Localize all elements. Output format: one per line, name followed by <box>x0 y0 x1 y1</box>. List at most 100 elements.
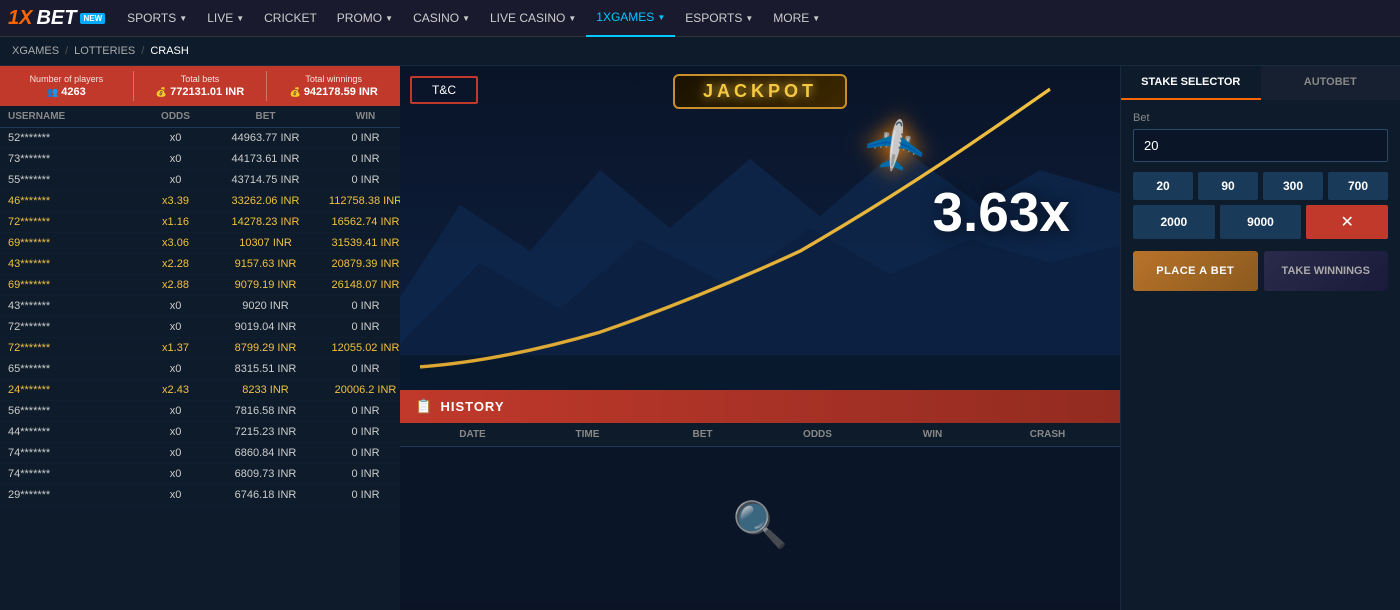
quick-bet-20[interactable]: 20 <box>1133 172 1193 200</box>
cell-bet: 9019.04 INR <box>208 321 323 333</box>
cell-username: 73******* <box>8 153 143 165</box>
quick-bet-300[interactable]: 300 <box>1263 172 1323 200</box>
cell-odds: x0 <box>143 153 208 165</box>
table-row: 69******* x2.88 9079.19 INR 26148.07 INR <box>0 275 400 296</box>
nav-item-1xgames[interactable]: 1XGAMES▼ <box>586 0 675 37</box>
history-col-odds: ODDS <box>760 429 875 440</box>
logo-badge: NEW <box>80 13 105 24</box>
cell-win: 0 INR <box>323 468 400 480</box>
cell-username: 43******* <box>8 258 143 270</box>
cell-win: 0 INR <box>323 132 400 144</box>
cell-username: 24******* <box>8 384 143 396</box>
table-row: 24******* x2.43 8233 INR 20006.2 INR <box>0 380 400 401</box>
players-icon: 👥 <box>47 87 58 97</box>
table-row: 46******* x3.39 33262.06 INR 112758.38 I… <box>0 191 400 212</box>
cell-win: 0 INR <box>323 447 400 459</box>
tc-button[interactable]: T&C <box>410 76 478 104</box>
jackpot-text: JACKPOT <box>703 81 817 102</box>
nav-item-esports[interactable]: ESPORTS▼ <box>675 0 763 37</box>
cell-win: 0 INR <box>323 363 400 375</box>
place-bet-button[interactable]: PLACE A BET <box>1133 251 1258 291</box>
cell-win: 112758.38 INR <box>323 195 400 207</box>
cell-username: 43******* <box>8 300 143 312</box>
col-win: WIN <box>323 111 400 122</box>
history-panel: 📋 HISTORY DATE TIME BET ODDS WIN CRASH 🔍 <box>400 390 1120 610</box>
breadcrumb-crash: CRASH <box>150 45 189 57</box>
nav-item-sports[interactable]: SPORTS▼ <box>117 0 197 37</box>
quick-bet-90[interactable]: 90 <box>1198 172 1258 200</box>
center-panel: T&C JACKPOT <box>400 66 1120 610</box>
cell-win: 0 INR <box>323 489 400 501</box>
table-row: 69******* x3.06 10307 INR 31539.41 INR <box>0 233 400 254</box>
quick-bet-700[interactable]: 700 <box>1328 172 1388 200</box>
cell-win: 0 INR <box>323 405 400 417</box>
quick-bets-row2: 2000 9000 ✕ <box>1133 205 1388 239</box>
nav-item-cricket[interactable]: CRICKET <box>254 0 327 37</box>
cell-bet: 44173.61 INR <box>208 153 323 165</box>
cell-odds: x2.43 <box>143 384 208 396</box>
history-col-win: WIN <box>875 429 990 440</box>
cell-bet: 6860.84 INR <box>208 447 323 459</box>
table-row: 72******* x0 9019.04 INR 0 INR <box>0 317 400 338</box>
table-row: 74******* x0 6809.73 INR 0 INR <box>0 464 400 485</box>
logo[interactable]: 1X BET NEW <box>8 7 105 30</box>
logo-text: 1X <box>8 7 32 30</box>
history-table-header: DATE TIME BET ODDS WIN CRASH <box>400 423 1120 447</box>
bet-label: Bet <box>1133 112 1388 124</box>
cell-odds: x0 <box>143 321 208 333</box>
clear-button[interactable]: ✕ <box>1306 205 1388 239</box>
take-winnings-button[interactable]: TAKE WINNINGS <box>1264 251 1389 291</box>
history-col-bet: BET <box>645 429 760 440</box>
cell-win: 0 INR <box>323 153 400 165</box>
nav-item-more[interactable]: MORE▼ <box>763 0 830 37</box>
quick-bets-row1: 20 90 300 700 <box>1133 172 1388 200</box>
cell-odds: x3.06 <box>143 237 208 249</box>
table-row: 56******* x0 7816.58 INR 0 INR <box>0 401 400 422</box>
cell-odds: x0 <box>143 489 208 501</box>
cell-bet: 9157.63 INR <box>208 258 323 270</box>
history-col-date: DATE <box>415 429 530 440</box>
cell-win: 0 INR <box>323 321 400 333</box>
cell-odds: x0 <box>143 468 208 480</box>
cell-bet: 6746.18 INR <box>208 489 323 501</box>
tab-stake-selector[interactable]: STAKE SELECTOR <box>1121 66 1261 100</box>
tab-autobet[interactable]: AUTOBET <box>1261 66 1400 100</box>
quick-bet-9000[interactable]: 9000 <box>1220 205 1302 239</box>
table-row: 65******* x0 8315.51 INR 0 INR <box>0 359 400 380</box>
stat-players: Number of players 👥 4263 <box>0 71 134 101</box>
stats-bar: Number of players 👥 4263 Total bets 💰 77… <box>0 66 400 106</box>
cell-bet: 9020 INR <box>208 300 323 312</box>
cell-win: 26148.07 INR <box>323 279 400 291</box>
nav-item-promo[interactable]: PROMO▼ <box>327 0 403 37</box>
quick-bet-2000[interactable]: 2000 <box>1133 205 1215 239</box>
cell-win: 12055.02 INR <box>323 342 400 354</box>
bet-input[interactable] <box>1133 129 1388 162</box>
history-col-crash: CRASH <box>990 429 1105 440</box>
nav-item-casino[interactable]: CASINO▼ <box>403 0 480 37</box>
stat-winnings-label: Total winnings <box>275 74 392 84</box>
no-data-icon: 🔍 <box>732 498 788 551</box>
breadcrumb-lotteries[interactable]: LOTTERIES <box>74 45 135 57</box>
cell-odds: x2.28 <box>143 258 208 270</box>
cell-bet: 6809.73 INR <box>208 468 323 480</box>
right-panel: STAKE SELECTOR AUTOBET Bet 20 90 300 700… <box>1120 66 1400 610</box>
breadcrumb-xgames[interactable]: XGAMES <box>12 45 59 57</box>
table-row: 72******* x1.37 8799.29 INR 12055.02 INR <box>0 338 400 359</box>
table-row: 55******* x0 43714.75 INR 0 INR <box>0 170 400 191</box>
cell-odds: x0 <box>143 447 208 459</box>
cell-win: 31539.41 INR <box>323 237 400 249</box>
cell-win: 16562.74 INR <box>323 216 400 228</box>
cell-username: 72******* <box>8 342 143 354</box>
left-panel: Number of players 👥 4263 Total bets 💰 77… <box>0 66 400 610</box>
logo-text-2: BET <box>36 7 76 30</box>
nav-item-live-casino[interactable]: LIVE CASINO▼ <box>480 0 586 37</box>
table-row: 43******* x2.28 9157.63 INR 20879.39 INR <box>0 254 400 275</box>
cell-username: 69******* <box>8 237 143 249</box>
nav-item-live[interactable]: LIVE▼ <box>197 0 254 37</box>
table-row: 74******* x0 6860.84 INR 0 INR <box>0 443 400 464</box>
cell-username: 29******* <box>8 489 143 501</box>
winnings-icon: 💰 <box>290 87 301 97</box>
cell-username: 72******* <box>8 321 143 333</box>
cell-bet: 44963.77 INR <box>208 132 323 144</box>
cell-odds: x0 <box>143 132 208 144</box>
